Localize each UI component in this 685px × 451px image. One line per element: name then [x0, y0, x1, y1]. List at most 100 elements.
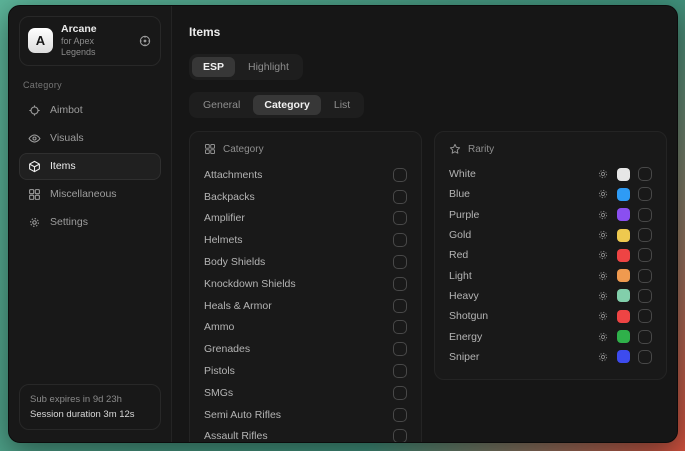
tab-highlight[interactable]: Highlight — [237, 57, 300, 77]
rarity-label: Blue — [449, 188, 470, 200]
rarity-label: Purple — [449, 209, 479, 221]
app-subtitle: for Apex Legends — [61, 36, 130, 59]
gear-icon[interactable] — [597, 270, 609, 282]
category-row: Grenades — [204, 338, 407, 360]
tab-list[interactable]: List — [323, 95, 361, 115]
gear-icon[interactable] — [597, 310, 609, 322]
gear-icon[interactable] — [597, 209, 609, 221]
scope-icon[interactable] — [138, 34, 152, 48]
checkbox-helmets[interactable] — [393, 233, 407, 247]
rarity-panel-header: Rarity — [449, 143, 652, 155]
checkbox-grenades[interactable] — [393, 342, 407, 356]
category-label: Grenades — [204, 343, 250, 355]
star-icon — [449, 143, 461, 155]
category-row: Pistols — [204, 360, 407, 382]
category-label: Ammo — [204, 321, 234, 333]
checkbox-smgs[interactable] — [393, 386, 407, 400]
rarity-row: Blue — [449, 184, 652, 204]
category-row: Heals & Armor — [204, 295, 407, 317]
mode-tabs: ESP Highlight — [189, 54, 303, 80]
color-swatch[interactable] — [617, 330, 630, 343]
rarity-row: Shotgun — [449, 306, 652, 326]
rarity-row: Sniper — [449, 347, 652, 367]
rarity-row: White — [449, 164, 652, 184]
checkbox-assault-rifles[interactable] — [393, 429, 407, 443]
category-grid-icon — [204, 143, 216, 155]
tab-category[interactable]: Category — [253, 95, 321, 115]
sidebar-item-visuals[interactable]: Visuals — [19, 125, 161, 152]
checkbox-pistols[interactable] — [393, 364, 407, 378]
page-title: Items — [189, 25, 667, 39]
sidebar-item-settings[interactable]: Settings — [19, 209, 161, 236]
checkbox-light[interactable] — [638, 269, 652, 283]
checkbox-energy[interactable] — [638, 330, 652, 344]
checkbox-heavy[interactable] — [638, 289, 652, 303]
gear-icon[interactable] — [597, 331, 609, 343]
category-label: Heals & Armor — [204, 300, 272, 312]
checkbox-blue[interactable] — [638, 187, 652, 201]
gear-icon[interactable] — [597, 188, 609, 200]
category-label: Body Shields — [204, 256, 265, 268]
rarity-row: Energy — [449, 326, 652, 346]
checkbox-backpacks[interactable] — [393, 190, 407, 204]
checkbox-red[interactable] — [638, 248, 652, 262]
tab-esp[interactable]: ESP — [192, 57, 235, 77]
sidebar-nav: Aimbot Visuals Items Miscellaneous Setti… — [19, 97, 161, 236]
checkbox-gold[interactable] — [638, 228, 652, 242]
sidebar: A Arcane for Apex Legends Category Aimbo… — [9, 6, 172, 442]
checkbox-white[interactable] — [638, 167, 652, 181]
category-label: Assault Rifles — [204, 430, 268, 442]
color-swatch[interactable] — [617, 229, 630, 242]
category-row: Attachments — [204, 164, 407, 186]
sidebar-item-label: Miscellaneous — [50, 188, 117, 200]
rarity-label: Gold — [449, 229, 471, 241]
category-row: Assault Rifles — [204, 426, 407, 443]
checkbox-attachments[interactable] — [393, 168, 407, 182]
checkbox-semi-auto-rifles[interactable] — [393, 408, 407, 422]
color-swatch[interactable] — [617, 310, 630, 323]
gear-icon[interactable] — [597, 249, 609, 261]
category-label: Knockdown Shields — [204, 278, 296, 290]
checkbox-amplifier[interactable] — [393, 211, 407, 225]
checkbox-sniper[interactable] — [638, 350, 652, 364]
checkbox-purple[interactable] — [638, 208, 652, 222]
category-label: Helmets — [204, 234, 243, 246]
color-swatch[interactable] — [617, 208, 630, 221]
category-row: Knockdown Shields — [204, 273, 407, 295]
subscription-info: Sub expires in 9d 23h Session duration 3… — [19, 384, 161, 430]
color-swatch[interactable] — [617, 269, 630, 282]
color-swatch[interactable] — [617, 289, 630, 302]
category-row: Helmets — [204, 229, 407, 251]
checkbox-heals-armor[interactable] — [393, 299, 407, 313]
color-swatch[interactable] — [617, 249, 630, 262]
sidebar-item-items[interactable]: Items — [19, 153, 161, 180]
gear-icon — [28, 216, 41, 229]
category-label: Backpacks — [204, 191, 255, 203]
category-label: Semi Auto Rifles — [204, 409, 281, 421]
color-swatch[interactable] — [617, 168, 630, 181]
sidebar-item-aimbot[interactable]: Aimbot — [19, 97, 161, 124]
rarity-row: Heavy — [449, 286, 652, 306]
gear-icon[interactable] — [597, 168, 609, 180]
sidebar-item-miscellaneous[interactable]: Miscellaneous — [19, 181, 161, 208]
checkbox-shotgun[interactable] — [638, 309, 652, 323]
rarity-label: Shotgun — [449, 310, 488, 322]
gear-icon[interactable] — [597, 351, 609, 363]
category-panel-header: Category — [204, 143, 407, 155]
checkbox-body-shields[interactable] — [393, 255, 407, 269]
checkbox-ammo[interactable] — [393, 320, 407, 334]
app-title: Arcane — [61, 23, 130, 36]
sidebar-section-label: Category — [23, 80, 157, 90]
brand-text: Arcane for Apex Legends — [61, 23, 130, 59]
category-label: Amplifier — [204, 212, 245, 224]
color-swatch[interactable] — [617, 350, 630, 363]
color-swatch[interactable] — [617, 188, 630, 201]
gear-icon[interactable] — [597, 290, 609, 302]
category-panel-title: Category — [223, 144, 264, 155]
rarity-label: Light — [449, 270, 472, 282]
checkbox-knockdown-shields[interactable] — [393, 277, 407, 291]
gear-icon[interactable] — [597, 229, 609, 241]
rarity-label: Red — [449, 249, 468, 261]
category-row: Backpacks — [204, 186, 407, 208]
tab-general[interactable]: General — [192, 95, 251, 115]
